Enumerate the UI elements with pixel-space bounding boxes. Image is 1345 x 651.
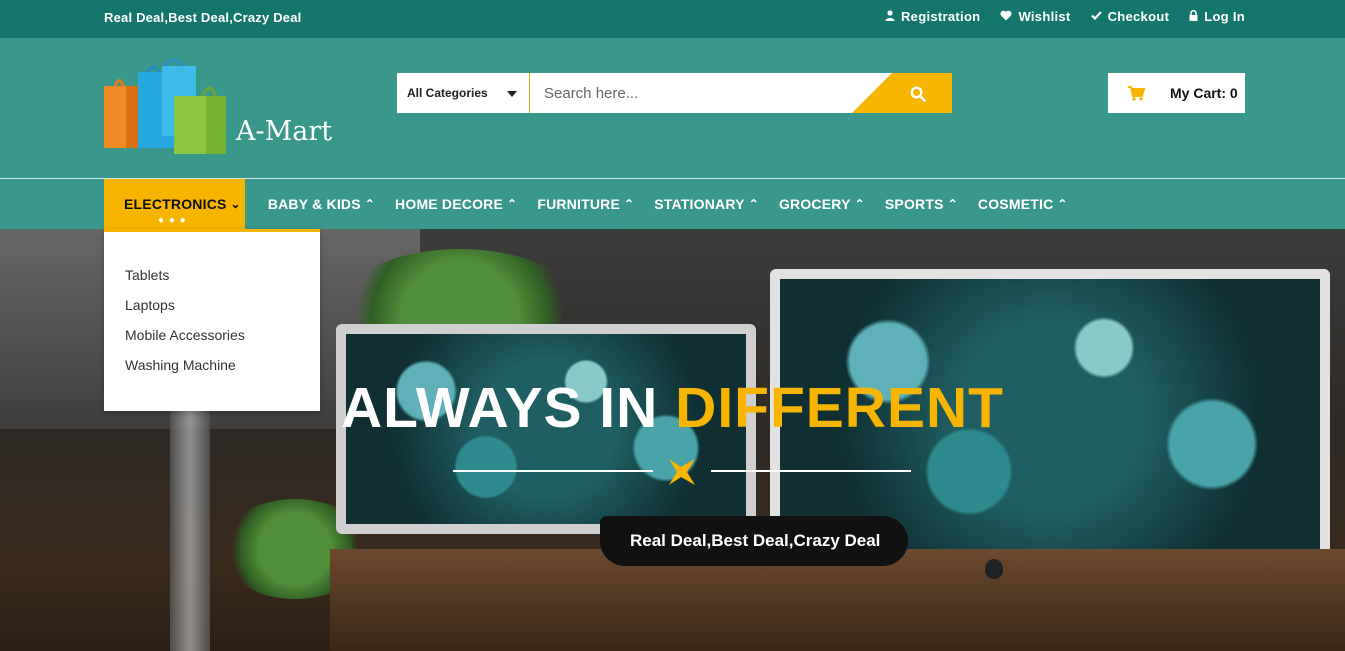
header: A-Mart All Categories My Cart: 0 [0, 38, 1345, 178]
search-icon [910, 86, 926, 102]
hero-title-part1: ALWAYS IN [341, 376, 659, 440]
nav-item-sports[interactable]: SPORTS ⌃ [875, 179, 968, 229]
nav-item-label: HOME DECORE [395, 196, 504, 212]
hero-divider [453, 459, 913, 485]
category-select-value: All Categories [407, 86, 488, 100]
top-bar: Real Deal,Best Deal,Crazy Deal Registrat… [0, 0, 1345, 38]
top-links: Registration Wishlist Checkout Log In [885, 9, 1245, 24]
nav-item-home-decore[interactable]: HOME DECORE ⌃ [385, 179, 527, 229]
nav-item-label: BABY & KIDS [267, 196, 361, 212]
divider-line [453, 470, 653, 472]
apple-logo-icon [985, 559, 1003, 579]
checkout-label: Checkout [1107, 9, 1170, 24]
cart-button[interactable]: My Cart: 0 [1108, 73, 1245, 113]
search-button-slant [852, 73, 892, 113]
top-tagline: Real Deal,Best Deal,Crazy Deal [104, 10, 302, 25]
chevron-up-icon: ⌃ [854, 197, 865, 211]
nav-item-cosmetic[interactable]: COSMETIC ⌃ [968, 179, 1078, 229]
chevron-up-icon: ⌃ [624, 197, 635, 211]
chevron-up-icon: ⌃ [1057, 197, 1068, 211]
wishlist-link[interactable]: Wishlist [1000, 9, 1070, 24]
shopping-bags-icon [100, 58, 226, 154]
logo-text: A-Mart [236, 116, 333, 147]
nav-item-label: GROCERY [778, 196, 851, 212]
chevron-up-icon: ⌃ [748, 197, 759, 211]
dropdown-item-laptops[interactable]: Laptops [104, 297, 320, 327]
nav-item-baby-kids[interactable]: BABY & KIDS ⌃ [258, 179, 385, 229]
wishlist-label: Wishlist [1018, 9, 1071, 24]
nav-item-label: SPORTS [884, 196, 944, 212]
checkout-link[interactable]: Checkout [1090, 9, 1170, 24]
search-button[interactable] [852, 73, 952, 113]
electronics-dropdown: Tablets Laptops Mobile Accessories Washi… [104, 229, 320, 411]
nav-item-label: ELECTRONICS [124, 196, 227, 212]
logo[interactable]: A-Mart [100, 58, 344, 158]
hero-title-highlight: DIFFERENT [675, 376, 1004, 440]
chevron-up-icon: ⌃ [507, 197, 518, 211]
registration-link[interactable]: Registration [885, 9, 980, 24]
nav-item-stationary[interactable]: STATIONARY ⌃ [644, 179, 769, 229]
caret-down-icon [507, 91, 517, 97]
cart-label: My Cart: 0 [1170, 85, 1238, 101]
nav-item-electronics[interactable]: ELECTRONICS ⌄ ● ● ● [104, 179, 245, 229]
nav-item-label: FURNITURE [537, 196, 620, 212]
nav-item-grocery[interactable]: GROCERY ⌃ [769, 179, 875, 229]
chevron-up-icon: ⌃ [364, 197, 376, 211]
dropdown-item-washing-machine[interactable]: Washing Machine [104, 357, 320, 387]
search-input[interactable] [530, 73, 852, 113]
registration-label: Registration [900, 9, 981, 24]
star-emblem-icon [669, 459, 695, 485]
nav-item-label: STATIONARY [654, 196, 745, 212]
category-select[interactable]: All Categories [397, 73, 530, 113]
login-label: Log In [1204, 9, 1245, 24]
heart-icon [1000, 10, 1012, 24]
login-link[interactable]: Log In [1189, 9, 1245, 24]
user-icon [885, 9, 895, 24]
chevron-up-icon: ⌃ [947, 197, 958, 211]
nav-item-furniture[interactable]: FURNITURE ⌃ [527, 179, 644, 229]
chevron-down-icon: ⌄ [230, 197, 241, 211]
nav-item-label: COSMETIC [977, 196, 1054, 212]
active-dots-indicator: ● ● ● [158, 215, 187, 226]
hero-subtitle: Real Deal,Best Deal,Crazy Deal [600, 516, 908, 566]
dropdown-item-mobile-accessories[interactable]: Mobile Accessories [104, 327, 320, 357]
check-icon [1090, 10, 1102, 23]
main-nav: ELECTRONICS ⌄ ● ● ● BABY & KIDS ⌃ HOME D… [0, 178, 1345, 229]
divider-line [711, 470, 911, 472]
cart-icon [1128, 85, 1145, 101]
dropdown-item-tablets[interactable]: Tablets [104, 267, 320, 297]
lock-icon [1189, 9, 1198, 24]
search-bar: All Categories [397, 73, 952, 113]
